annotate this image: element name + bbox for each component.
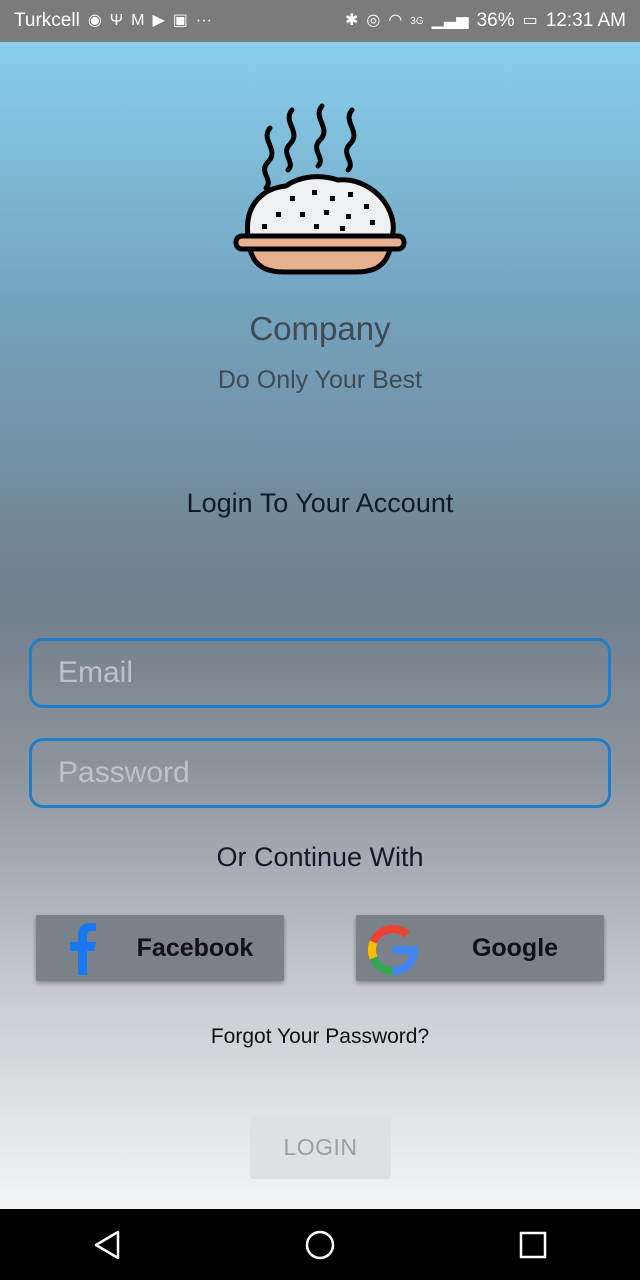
email-field[interactable] bbox=[29, 638, 611, 708]
status-bar: Turkcell ◉ Ψ M ▶ ▣ ··· ✱ ◎ ◠ 3G ▁▃▅ 36% … bbox=[0, 0, 640, 42]
youtube-icon: ▶ bbox=[152, 12, 165, 29]
status-left: Turkcell ◉ Ψ M ▶ ▣ ··· bbox=[14, 10, 212, 32]
recents-square-icon bbox=[520, 1231, 547, 1258]
clock: 12:31 AM bbox=[545, 10, 626, 31]
recents-button[interactable] bbox=[513, 1225, 553, 1265]
google-label: Google bbox=[471, 933, 559, 962]
login-heading: Login To Your Account bbox=[186, 488, 454, 518]
usb-icon: Ψ bbox=[109, 12, 124, 29]
gmail-icon: M bbox=[131, 12, 145, 29]
login-button[interactable]: LOGIN bbox=[250, 1116, 391, 1179]
navigation-bar bbox=[0, 1209, 640, 1280]
facebook-login-button[interactable]: Facebook bbox=[36, 915, 284, 981]
food-bowl-logo-icon bbox=[233, 103, 407, 275]
facebook-icon bbox=[70, 923, 96, 975]
login-screen: Company Do Only Your Best Login To Your … bbox=[0, 42, 640, 1209]
carrier-name: Turkcell bbox=[14, 10, 80, 31]
home-button[interactable] bbox=[300, 1225, 340, 1265]
network-type: 3G bbox=[410, 15, 424, 27]
google-icon bbox=[368, 924, 418, 975]
status-right: ✱ ◎ ◠ 3G ▁▃▅ 36% ▭ 12:31 AM bbox=[345, 10, 626, 32]
more-icon: ··· bbox=[195, 12, 212, 29]
company-tagline: Do Only Your Best bbox=[217, 366, 423, 394]
bluetooth-icon: ✱ bbox=[344, 12, 359, 29]
forgot-password-link[interactable]: Forgot Your Password? bbox=[0, 1025, 640, 1049]
google-login-button[interactable]: Google bbox=[356, 915, 604, 981]
battery-icon: ▭ bbox=[522, 12, 538, 29]
spotify-icon: ◉ bbox=[87, 12, 102, 29]
password-field[interactable] bbox=[29, 738, 611, 808]
notification-icon: ▣ bbox=[172, 12, 188, 29]
back-triangle-icon bbox=[94, 1230, 119, 1259]
eye-icon: ◎ bbox=[366, 12, 381, 29]
facebook-label: Facebook bbox=[136, 933, 254, 962]
battery-percent: 36% bbox=[476, 10, 515, 31]
company-name: Company bbox=[249, 310, 391, 347]
back-button[interactable] bbox=[87, 1225, 127, 1265]
wifi-icon: ◠ bbox=[388, 12, 403, 29]
signal-icon: ▁▃▅ bbox=[431, 12, 469, 29]
continue-with-label: Or Continue With bbox=[216, 842, 424, 872]
home-circle-icon bbox=[305, 1230, 335, 1259]
